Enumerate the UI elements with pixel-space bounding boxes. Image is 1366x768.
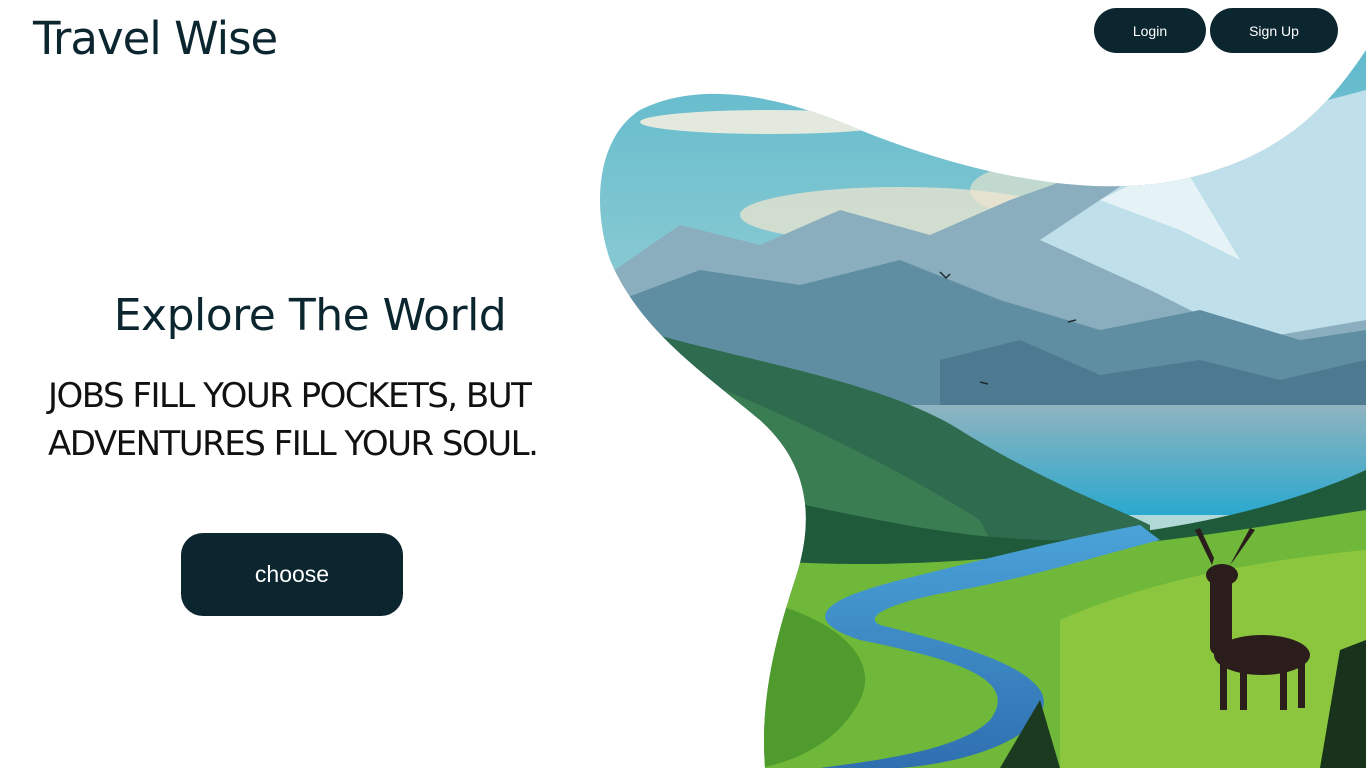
hero-title: Explore The World: [113, 290, 507, 341]
hero-quote-line-2: ADVENTURES FILL YOUR SOUL.: [48, 424, 539, 464]
site-logo[interactable]: Travel Wise: [33, 12, 278, 66]
login-button[interactable]: Login: [1094, 8, 1206, 53]
landing-page: Travel Wise Login Sign Up Explore The Wo…: [0, 0, 1366, 768]
signup-button[interactable]: Sign Up: [1210, 8, 1338, 53]
hero-quote: JOBS FILL YOUR POCKETS, BUT ADVENTURES F…: [48, 372, 608, 468]
choose-button[interactable]: choose: [181, 533, 403, 616]
header-nav: Login Sign Up: [1094, 8, 1338, 53]
hero-quote-line-1: JOBS FILL YOUR POCKETS, BUT: [48, 376, 532, 416]
